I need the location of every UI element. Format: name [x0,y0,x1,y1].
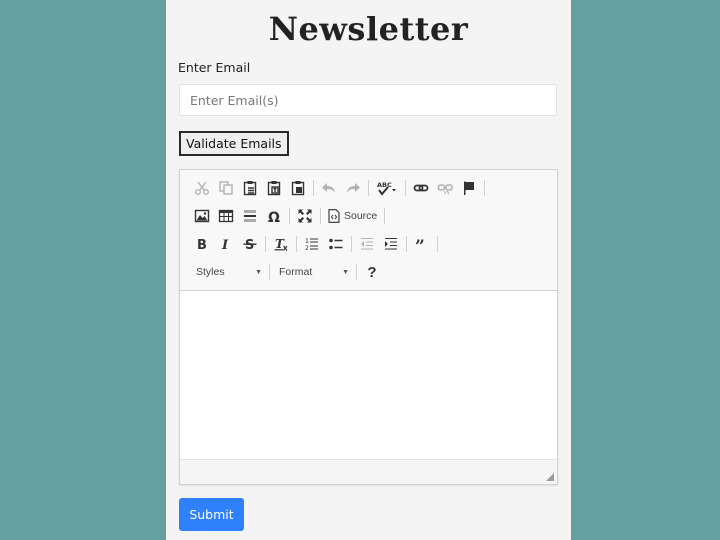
help-button[interactable]: ? [360,260,384,284]
horizontal-line-icon [244,210,256,222]
svg-text:S: S [245,238,254,252]
unlink-icon [437,184,453,195]
toolbar-separator [405,180,406,196]
copy-button[interactable] [214,176,238,200]
source-label: Source [344,210,378,222]
source-button[interactable]: Source [324,204,381,228]
styles-label: Styles [196,266,225,278]
toolbar-separator [269,264,270,280]
italic-icon: I [221,238,229,252]
copy-icon [219,181,233,195]
undo-icon [322,183,335,193]
toolbar-separator [368,180,369,196]
submit-button[interactable]: Submit [179,498,244,531]
unlink-button[interactable] [433,176,457,200]
undo-button[interactable] [317,176,341,200]
outdent-button[interactable] [355,232,379,256]
newsletter-panel: Newsletter Enter Email Validate Emails [166,0,571,540]
table-button[interactable] [214,204,238,228]
toolbar-separator [406,236,407,252]
bold-button[interactable]: B [190,232,214,256]
svg-text:Ω: Ω [268,210,280,224]
paste-text-icon [267,181,281,196]
svg-text:ABC: ABC [377,181,392,189]
rich-text-editor: ABC Ω Source B I S T 1 2 ” Styles ▼ Form… [179,169,558,485]
paste-button[interactable] [238,176,262,200]
toolbar-separator [320,208,321,224]
styles-dropdown[interactable]: Styles ▼ [190,261,266,283]
special-char-button[interactable]: Ω [262,204,286,228]
svg-text:T: T [275,237,285,251]
paste-text-button[interactable] [262,176,286,200]
horizontal-line-button[interactable] [238,204,262,228]
toolbar-row-formatting: B I S T 12 ” [190,231,441,257]
indent-button[interactable] [379,232,403,256]
paste-word-icon [291,181,305,196]
anchor-button[interactable] [457,176,481,200]
cut-icon [195,181,209,195]
table-icon [218,209,234,223]
email-input[interactable] [179,84,557,116]
svg-text:”: ” [415,237,425,252]
blockquote-button[interactable]: ” [410,232,434,256]
numbered-list-icon: 12 [305,238,318,252]
toolbar-separator [484,180,485,196]
toolbar-separator [437,236,438,252]
indent-icon [385,237,397,250]
cut-button[interactable] [190,176,214,200]
anchor-flag-icon [464,181,474,195]
remove-format-button[interactable]: T [269,232,293,256]
page-title: Newsletter [268,10,469,48]
redo-icon [347,183,360,193]
svg-text:I: I [221,238,229,252]
toolbar-separator [351,236,352,252]
paste-icon [243,181,257,196]
remove-format-icon: T [274,237,288,251]
svg-text:2: 2 [305,245,309,252]
toolbar-separator [296,236,297,252]
strike-icon: S [243,238,257,252]
redo-button[interactable] [341,176,365,200]
blockquote-icon: ” [415,237,425,252]
special-char-icon: Ω [268,210,280,224]
editor-status-bar [180,460,557,484]
source-document-icon [328,209,340,223]
italic-button[interactable]: I [214,232,238,256]
chevron-down-icon: ▼ [255,268,262,276]
svg-text:1: 1 [305,238,309,245]
outdent-icon [361,237,373,250]
toolbar-separator [356,264,357,280]
toolbar-separator [265,236,266,252]
strikethrough-button[interactable]: S [238,232,262,256]
email-label: Enter Email [178,60,251,75]
spellcheck-button[interactable]: ABC [372,176,402,200]
editor-toolbar: ABC Ω Source B I S T 1 2 ” Styles ▼ Form… [180,170,557,291]
format-label: Format [279,266,313,278]
maximize-button[interactable] [293,204,317,228]
numbered-list-button[interactable]: 12 [300,232,324,256]
toolbar-separator [289,208,290,224]
bulleted-list-button[interactable] [324,232,348,256]
bulleted-list-icon [329,238,343,250]
maximize-icon [298,209,312,223]
resize-handle-icon[interactable] [546,473,554,481]
toolbar-separator [313,180,314,196]
toolbar-row-insert: Ω Source [190,203,388,229]
editor-content-area[interactable] [180,291,557,460]
help-icon: ? [367,263,377,281]
toolbar-row-styles: Styles ▼ Format ▼ ? [190,259,384,285]
bold-icon: B [197,238,207,252]
toolbar-row-clipboard: ABC [190,175,488,201]
image-icon [194,209,210,223]
toolbar-separator [384,208,386,224]
image-button[interactable] [190,204,214,228]
validate-emails-button[interactable]: Validate Emails [179,131,289,156]
link-button[interactable] [409,176,433,200]
paste-word-button[interactable] [286,176,310,200]
svg-text:B: B [197,238,207,252]
chevron-down-icon: ▼ [342,268,349,276]
spellcheck-icon: ABC [377,181,396,196]
format-dropdown[interactable]: Format ▼ [273,261,353,283]
link-icon [413,184,429,192]
